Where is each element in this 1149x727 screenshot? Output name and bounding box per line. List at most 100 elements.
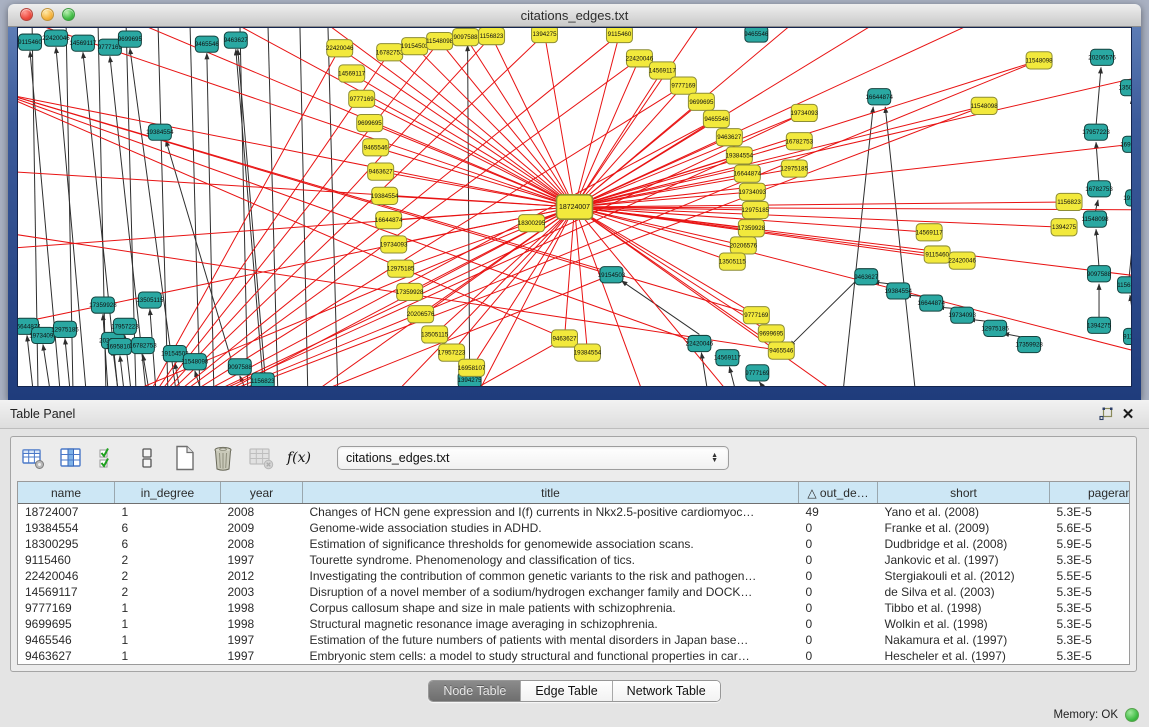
cell-name[interactable]: 22420046	[18, 568, 115, 584]
minimize-window-icon[interactable]	[41, 8, 54, 21]
cell-short[interactable]: Hescheler et al. (1997)	[878, 648, 1050, 664]
graph-node[interactable]: 16782753	[1085, 181, 1113, 197]
cell-title[interactable]: Corpus callosum shape and size in male p…	[303, 600, 799, 616]
graph-node[interactable]: 1156823	[1056, 193, 1082, 210]
cell-title[interactable]: Embryonic stem cells: a model to study s…	[303, 648, 799, 664]
graph-node[interactable]: 19384554	[371, 187, 399, 204]
graph-node[interactable]: 17359928	[396, 283, 424, 300]
graph-node[interactable]: 11548098	[1026, 52, 1054, 69]
graph-node[interactable]: 19384554	[146, 124, 174, 140]
cell-pagerank[interactable]: 5.3E-5	[1050, 584, 1131, 600]
cell-out_degree[interactable]: 0	[799, 648, 878, 664]
graph-node[interactable]: 17957223	[1082, 124, 1110, 140]
tab-network-table[interactable]: Network Table	[613, 681, 720, 701]
graph-node[interactable]: 1156823	[251, 373, 275, 386]
cell-name[interactable]: 9465546	[18, 632, 115, 648]
cell-name[interactable]: 9777169	[18, 600, 115, 616]
cell-year[interactable]: 1998	[221, 600, 303, 616]
cell-pagerank[interactable]: 5.9E-5	[1050, 536, 1131, 552]
cell-title[interactable]: Estimation of significance thresholds fo…	[303, 536, 799, 552]
graph-node[interactable]: 19384554	[574, 344, 602, 361]
cell-title[interactable]: Disruption of a novel member of a sodium…	[303, 584, 799, 600]
table-row[interactable]: 1456911722003Disruption of a novel membe…	[18, 584, 1130, 600]
float-panel-button[interactable]	[1095, 404, 1117, 424]
graph-node[interactable]: 19154503	[598, 267, 626, 283]
cell-in_degree[interactable]: 2	[115, 568, 221, 584]
graph-node[interactable]: 19734093	[739, 183, 767, 200]
column-header-pagerank[interactable]: pagerank	[1050, 482, 1131, 504]
column-header-name[interactable]: name	[18, 482, 115, 504]
graph-node[interactable]: 12975185	[781, 160, 809, 177]
column-header-in_degree[interactable]: in_degree	[115, 482, 221, 504]
graph-node[interactable]: 9465546	[744, 28, 769, 42]
graph-node[interactable]: 22420046	[686, 335, 714, 351]
cell-title[interactable]: Investigating the contribution of common…	[303, 568, 799, 584]
cell-in_degree[interactable]: 1	[115, 648, 221, 664]
hub-node[interactable]: 18724007	[557, 195, 593, 219]
cell-short[interactable]: Dudbridge et al. (2008)	[878, 536, 1050, 552]
select-columns-button[interactable]	[57, 444, 85, 472]
graph-node[interactable]: 1156823	[479, 28, 505, 45]
graph-node[interactable]: 9777169	[743, 307, 769, 324]
cell-title[interactable]: Tourette syndrome. Phenomenology and cla…	[303, 552, 799, 568]
graph-node[interactable]: 16644874	[375, 212, 403, 229]
cell-title[interactable]: Changes of HCN gene expression and I(f) …	[303, 504, 799, 521]
graph-node[interactable]: 17359928	[738, 220, 766, 237]
graph-node[interactable]: 9115460	[1123, 328, 1131, 344]
table-row[interactable]: 1830029562008Estimation of significance …	[18, 536, 1130, 552]
cell-name[interactable]: 9115460	[18, 552, 115, 568]
table-row[interactable]: 2242004622012Investigating the contribut…	[18, 568, 1130, 584]
cell-short[interactable]: Tibbo et al. (1998)	[878, 600, 1050, 616]
graph-node[interactable]: 9699695	[688, 93, 714, 110]
graph-node[interactable]: 9777169	[745, 365, 770, 381]
new-table-button[interactable]	[171, 444, 199, 472]
graph-node[interactable]: 9699695	[758, 325, 784, 342]
cell-year[interactable]: 2008	[221, 504, 303, 521]
graph-node[interactable]: 16958107	[1120, 136, 1131, 152]
graph-node[interactable]: 14569117	[649, 62, 677, 79]
graph-node[interactable]: 14569117	[916, 224, 944, 241]
graph-node[interactable]: 9115460	[18, 34, 42, 50]
graph-node[interactable]: 19154503	[1123, 190, 1131, 206]
graph-node[interactable]: 11548098	[1082, 211, 1110, 227]
graph-node[interactable]: 1156823	[1117, 277, 1131, 293]
cell-short[interactable]: de Silva et al. (2003)	[878, 584, 1050, 600]
cell-year[interactable]: 1997	[221, 648, 303, 664]
cell-year[interactable]: 2009	[221, 520, 303, 536]
graph-node[interactable]: 14569117	[69, 35, 97, 51]
graph-node[interactable]: 16644874	[865, 89, 893, 105]
select-rows-button[interactable]	[95, 444, 123, 472]
cell-year[interactable]: 2012	[221, 568, 303, 584]
column-header-year[interactable]: year	[221, 482, 303, 504]
delete-rows-button[interactable]	[209, 444, 237, 472]
row-height-button[interactable]	[133, 444, 161, 472]
cell-out_degree[interactable]: 0	[799, 600, 878, 616]
tab-node-table[interactable]: Node Table	[429, 681, 521, 701]
cell-out_degree[interactable]: 0	[799, 552, 878, 568]
column-header-title[interactable]: title	[303, 482, 799, 504]
graph-node[interactable]: 14569117	[714, 350, 742, 366]
table-selector-dropdown[interactable]: citations_edges.txt ▲▼	[337, 446, 729, 470]
graph-node[interactable]: 22420046	[948, 252, 976, 269]
graph-node[interactable]: 18300295	[518, 215, 546, 232]
graph-node[interactable]: 16644874	[734, 165, 762, 182]
graph-node[interactable]: 20206576	[1088, 49, 1116, 65]
graph-node[interactable]: 9463627	[224, 32, 249, 48]
graph-node[interactable]: 9463627	[552, 330, 578, 347]
cell-in_degree[interactable]: 6	[115, 536, 221, 552]
graph-node[interactable]: 9699695	[118, 31, 143, 47]
cell-year[interactable]: 2008	[221, 536, 303, 552]
column-header-out_degree[interactable]: △ out_de…	[799, 482, 878, 504]
graph-node[interactable]: 9465546	[768, 342, 794, 359]
graph-node[interactable]: 19384554	[884, 283, 912, 299]
cell-short[interactable]: Wolkin et al. (1998)	[878, 616, 1050, 632]
graph-node[interactable]: 9465546	[703, 110, 729, 127]
cell-year[interactable]: 2003	[221, 584, 303, 600]
graph-node[interactable]: 16644874	[917, 295, 945, 311]
cell-title[interactable]: Structural magnetic resonance image aver…	[303, 616, 799, 632]
graph-node[interactable]: 19734093	[791, 104, 819, 121]
cell-pagerank[interactable]: 5.5E-5	[1050, 568, 1131, 584]
table-row[interactable]: 977716911998Corpus callosum shape and si…	[18, 600, 1130, 616]
cell-pagerank[interactable]: 5.3E-5	[1050, 504, 1131, 521]
cell-in_degree[interactable]: 2	[115, 584, 221, 600]
